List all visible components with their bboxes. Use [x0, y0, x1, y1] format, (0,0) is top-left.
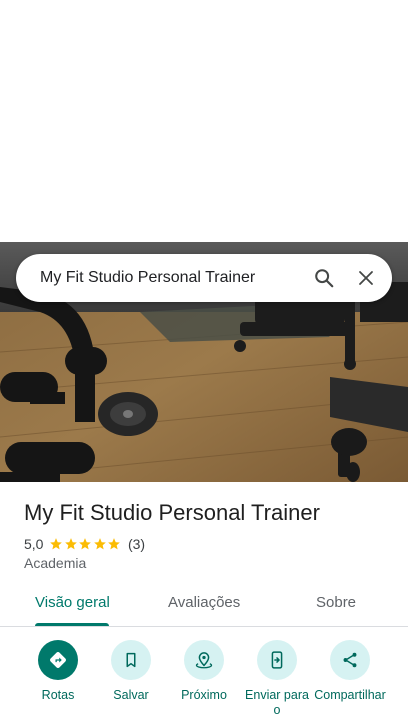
share-button[interactable]: Compartilhar: [310, 640, 390, 703]
directions-label: Rotas: [41, 688, 75, 702]
save-button[interactable]: Salvar: [91, 640, 171, 703]
search-query-text[interactable]: My Fit Studio Personal Trainer: [40, 269, 304, 287]
bookmark-icon: [126, 652, 136, 668]
directions-icon: [50, 652, 66, 668]
save-label: Salvar: [113, 688, 149, 702]
review-count[interactable]: (3): [128, 536, 145, 552]
tab-about[interactable]: Sobre: [316, 584, 356, 626]
close-icon: [359, 271, 373, 285]
tab-bar: Visão geral Avaliações Sobre: [0, 584, 408, 627]
star-icon: [65, 538, 77, 550]
nearby-label: Próximo: [181, 688, 227, 702]
share-label: Compartilhar: [314, 688, 386, 702]
directions-button-circle[interactable]: [38, 640, 78, 680]
directions-button[interactable]: Rotas: [18, 640, 98, 703]
place-title: My Fit Studio Personal Trainer: [24, 500, 320, 525]
send-to-phone-label: Enviar para o: [245, 688, 309, 717]
tab-overview[interactable]: Visão geral: [35, 584, 110, 626]
share-icon: [343, 652, 357, 668]
place-category: Academia: [24, 555, 87, 571]
search-button[interactable]: [304, 258, 344, 298]
active-tab-indicator: [35, 623, 109, 626]
save-button-circle[interactable]: [111, 640, 151, 680]
search-icon: [315, 269, 334, 288]
nearby-button[interactable]: Próximo: [164, 640, 244, 703]
close-search-button[interactable]: [346, 258, 386, 298]
rating-stars: [49, 537, 122, 551]
star-icon: [79, 538, 92, 550]
star-icon: [108, 538, 121, 550]
star-icon: [50, 538, 63, 550]
search-bar[interactable]: My Fit Studio Personal Trainer: [16, 254, 392, 302]
nearby-button-circle[interactable]: [184, 640, 224, 680]
action-buttons: Rotas Salvar Próximo Enviar para o Compa…: [0, 640, 408, 724]
star-icon: [94, 538, 106, 550]
nearby-icon: [195, 652, 213, 669]
share-button-circle[interactable]: [330, 640, 370, 680]
rating-row[interactable]: 5,0 (3): [24, 535, 145, 553]
tab-reviews[interactable]: Avaliações: [168, 584, 240, 626]
send-to-phone-button[interactable]: Enviar para o: [237, 640, 317, 718]
send-to-phone-icon: [271, 651, 283, 669]
rating-value: 5,0: [24, 536, 44, 552]
send-to-phone-button-circle[interactable]: [257, 640, 297, 680]
